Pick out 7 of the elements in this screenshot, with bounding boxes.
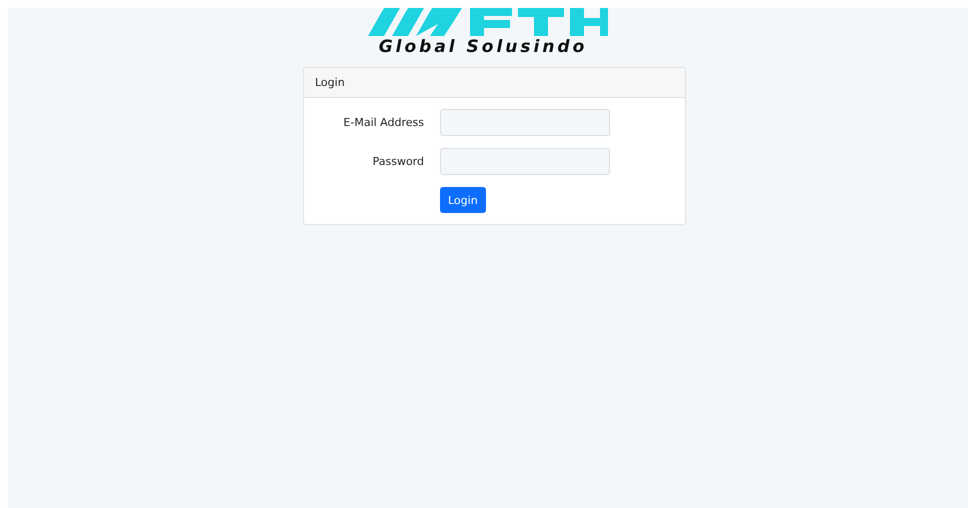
field-label: Password (372, 155, 425, 168)
brand-tagline: Global Solusindo (378, 37, 588, 57)
field-label: E-Mail Address (342, 116, 425, 129)
login-button[interactable]: Login (440, 187, 486, 213)
input-field[interactable] (440, 148, 610, 175)
input-field[interactable] (440, 109, 610, 136)
card-title: Login (315, 76, 345, 89)
